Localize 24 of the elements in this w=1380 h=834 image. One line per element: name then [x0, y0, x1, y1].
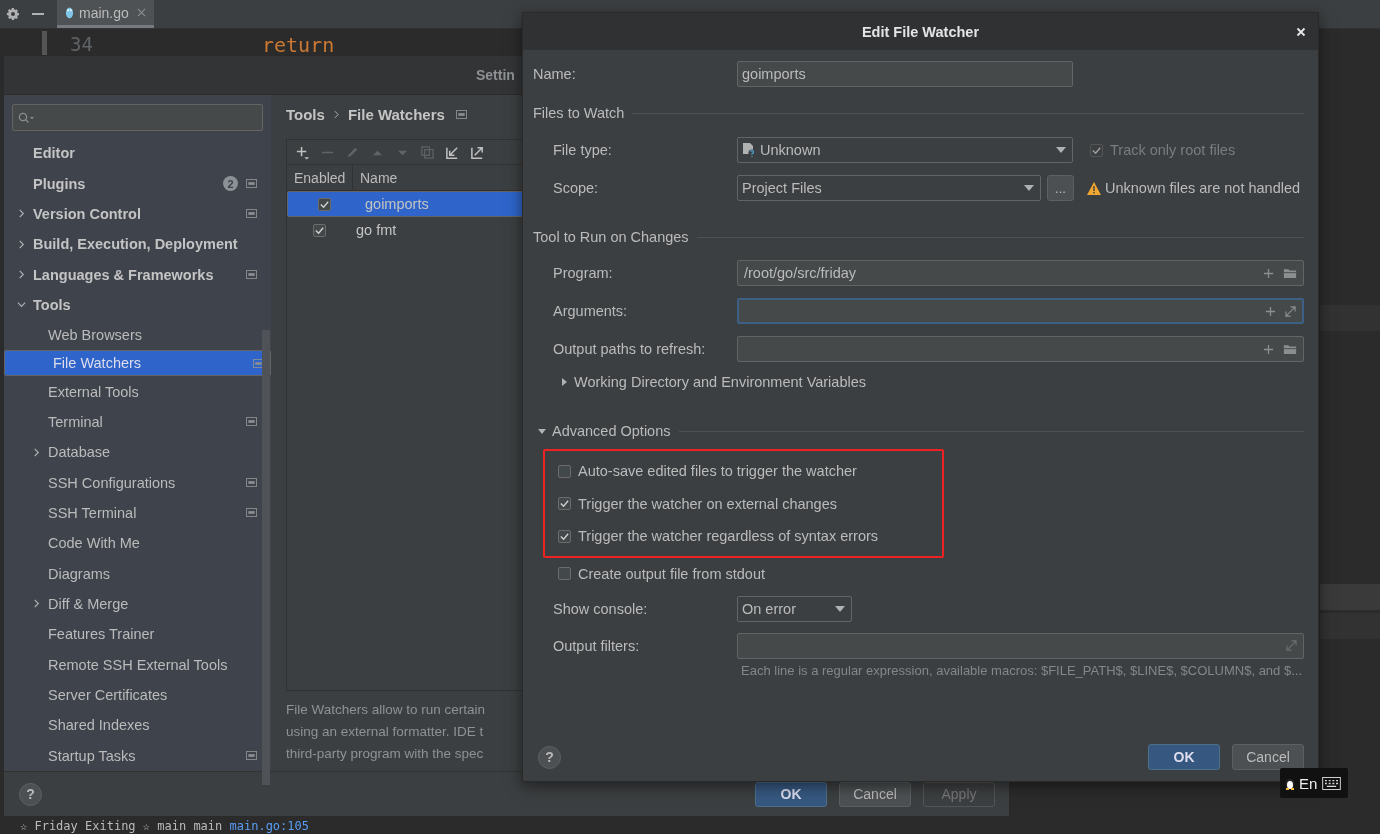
field-label: Name:	[533, 66, 577, 82]
description-text: using an external formatter. IDE t	[286, 723, 484, 741]
field-label: File type:	[553, 142, 613, 158]
description-text: third-party program with the spec	[286, 745, 484, 763]
table-cell-text: go fmt	[355, 222, 397, 238]
field-label: Show console:	[553, 600, 649, 617]
field-label: Output paths to refresh:	[553, 341, 707, 357]
dialog-title: Settin	[476, 67, 515, 83]
section-title: Files to Watch	[533, 105, 625, 121]
code-line: return	[262, 33, 335, 57]
section-title: Tool to Run on Changes	[533, 229, 689, 245]
line-number: 34	[70, 33, 93, 55]
description-text: File Watchers allow to run certain	[286, 701, 486, 719]
field-label: Arguments:	[553, 303, 629, 319]
warning-text: Unknown files are not handled	[1105, 180, 1301, 196]
field-label: Scope:	[553, 180, 600, 196]
count-badge: 2	[223, 176, 238, 191]
table-cell-text: goimports	[364, 196, 429, 212]
dialog-title: Edit File Watcher	[861, 23, 980, 40]
field-label: Program:	[553, 265, 614, 281]
console-line: ☆ Friday Exiting ☆ main main main.go:105	[20, 819, 309, 833]
hint-text: Each line is a regular expression, available macros: $FILE_PATH$, $LINE$, $COLUMN$, and $...	[741, 662, 1302, 678]
field-label: Output filters:	[553, 637, 641, 654]
language-label: En	[1299, 774, 1318, 792]
